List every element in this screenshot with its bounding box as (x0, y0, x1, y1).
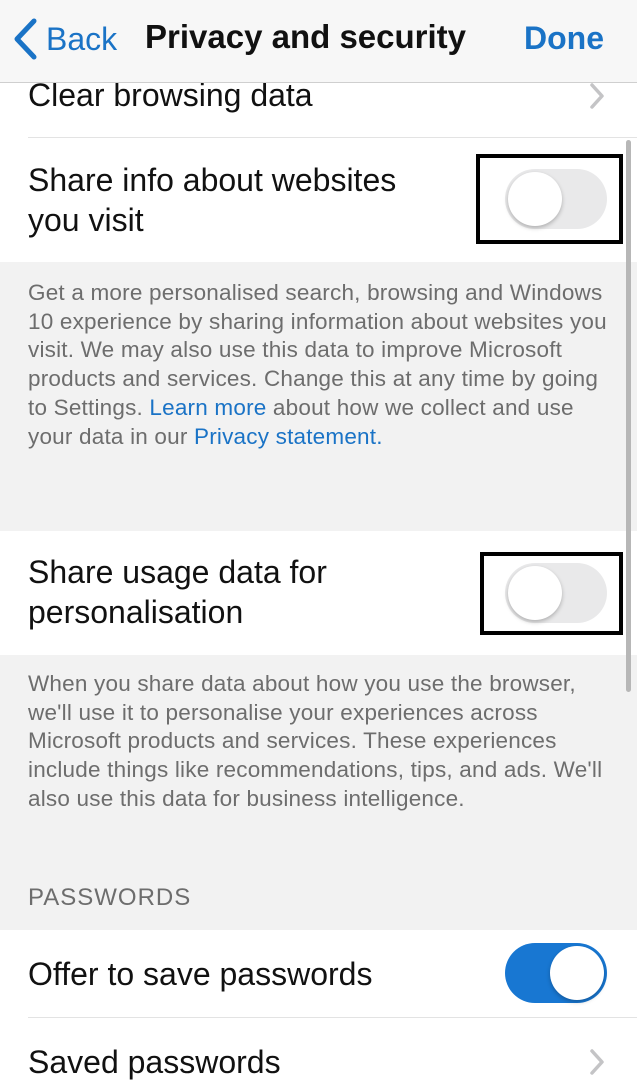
share-website-info-label-line1: Share info about websites (28, 162, 397, 198)
page-title: Privacy and security (145, 18, 467, 55)
navigation-bar: Back Privacy and security Done (0, 0, 637, 83)
saved-passwords-label: Saved passwords (28, 1044, 281, 1080)
offer-save-passwords-toggle[interactable] (505, 943, 607, 1003)
share-website-info-row: Share info about websites you visit (0, 138, 637, 262)
scrollbar[interactable] (626, 140, 631, 692)
back-button[interactable]: Back (12, 16, 117, 62)
chevron-right-icon (590, 83, 604, 109)
privacy-security-screen: Back Privacy and security Done Clear bro… (0, 0, 637, 1091)
share-usage-data-label-line1: Share usage data for (28, 554, 327, 590)
share-website-info-label-line2: you visit (28, 202, 144, 238)
toggle-knob (508, 566, 562, 620)
share-usage-data-label: Share usage data for personalisation (28, 552, 327, 632)
share-usage-data-toggle[interactable] (505, 563, 607, 623)
share-usage-data-description: When you share data about how you use th… (28, 671, 603, 811)
offer-save-passwords-label: Offer to save passwords (28, 956, 373, 992)
back-label: Back (46, 20, 118, 57)
share-usage-data-row: Share usage data for personalisation (0, 531, 637, 655)
share-website-info-description: Get a more personalised search, browsing… (28, 279, 608, 451)
share-usage-data-label-line2: personalisation (28, 594, 244, 630)
offer-save-passwords-row: Offer to save passwords (0, 930, 637, 1018)
description-period: . (376, 423, 383, 449)
done-button[interactable]: Done (524, 20, 604, 57)
chevron-left-icon (14, 18, 37, 60)
toggle-knob (508, 172, 562, 226)
share-website-info-toggle[interactable] (505, 169, 607, 229)
privacy-statement-link[interactable]: Privacy statement (194, 424, 376, 449)
toggle-knob (550, 946, 604, 1000)
learn-more-link[interactable]: Learn more (149, 395, 266, 420)
share-website-info-label: Share info about websites you visit (28, 160, 396, 240)
saved-passwords-row[interactable]: Saved passwords (0, 1018, 637, 1091)
passwords-section-header: PASSWORDS (28, 884, 192, 911)
chevron-right-icon (590, 1049, 604, 1075)
